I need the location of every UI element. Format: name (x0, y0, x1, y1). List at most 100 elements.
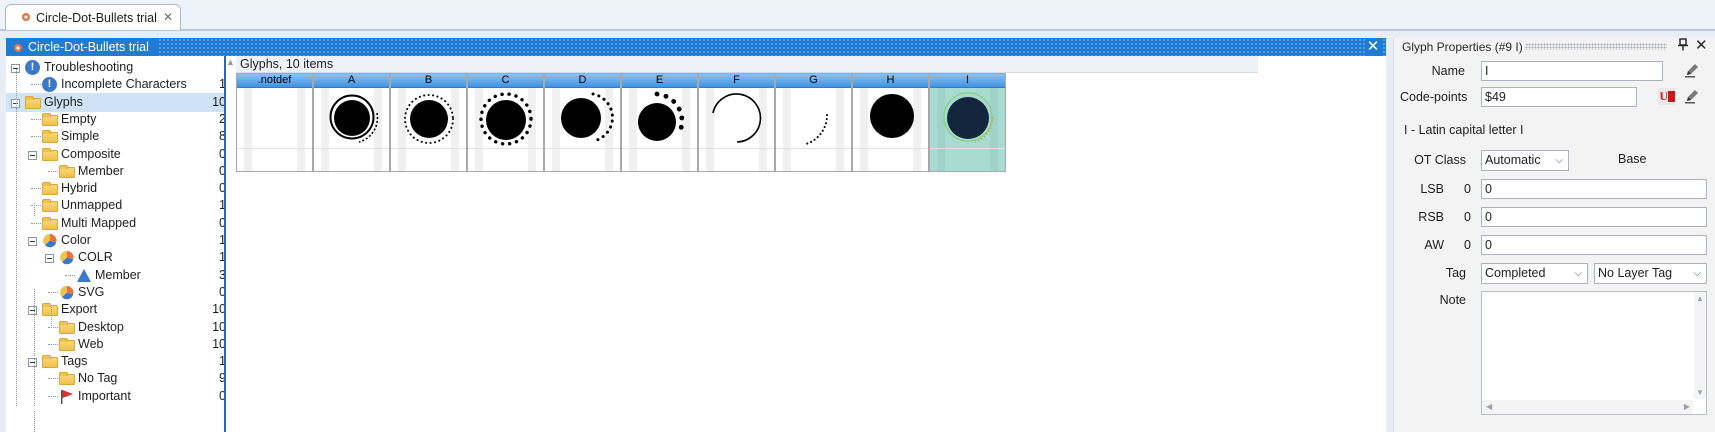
properties-title: Glyph Properties (#9 I) (1402, 40, 1523, 54)
glyph-name-label: F (699, 74, 774, 88)
tree-item-colr[interactable]: COLR 1 (6, 248, 237, 267)
tree-item-glyphs[interactable]: Glyphs 10 (6, 92, 237, 112)
collapse-toggle-icon[interactable] (28, 150, 37, 160)
layer-tag-select[interactable]: No Layer Tag ⌵ (1594, 263, 1707, 284)
otclass-select[interactable]: Automatic ⌵ (1481, 150, 1569, 171)
tree-connector (48, 170, 58, 172)
tree-item-troubleshooting[interactable]: ! Troubleshooting (6, 58, 237, 77)
glyph-preview-disc-with-partial-dots (561, 92, 614, 142)
glyph-preview-dotted-arc (805, 114, 829, 145)
glyph-cell-B[interactable]: B (390, 73, 467, 172)
tree-connector (48, 326, 58, 328)
panel-drag-handle[interactable] (1525, 43, 1667, 50)
flag-icon (59, 389, 75, 404)
properties-titlebar: Glyph Properties (#9 I) ✕ (1394, 37, 1715, 56)
close-document-icon[interactable]: ✕ (1365, 38, 1381, 56)
tree-item-composite[interactable]: Composite 0 (6, 145, 237, 164)
collapse-toggle-icon[interactable] (28, 237, 37, 246)
tree-connector (31, 205, 41, 207)
tree-item-label: Member (95, 267, 141, 282)
folder-icon (59, 164, 75, 178)
tree-item-color[interactable]: Color 1 (6, 231, 237, 250)
collapse-toggle-icon[interactable] (28, 306, 37, 316)
glyph-cell-H[interactable]: H (852, 73, 929, 172)
close-panel-icon[interactable]: ✕ (1695, 37, 1708, 55)
glyph-cell-C[interactable]: C (467, 73, 544, 172)
collapse-toggle-icon[interactable] (45, 254, 54, 264)
tree-item-hybrid[interactable]: Hybrid 0 (6, 179, 237, 198)
folder-icon (42, 303, 58, 317)
tab-strip-baseline (0, 29, 1715, 31)
glyph-cell-F[interactable]: F (698, 73, 775, 172)
tree-item-label: Composite (61, 146, 121, 161)
note-textarea[interactable] (1481, 291, 1707, 415)
tree-item-unmapped[interactable]: Unmapped 1 (6, 196, 237, 215)
edit-name-icon[interactable] (1684, 62, 1700, 78)
glyph-cell-notdef[interactable]: .notdef (236, 73, 313, 172)
tree-connector (34, 359, 35, 406)
glyph-properties-panel: Glyph Properties (#9 I) ✕ Name I Code-po… (1393, 37, 1715, 432)
edit-codepoints-icon[interactable] (1684, 88, 1700, 104)
codepoints-label: Code-points (1400, 90, 1468, 104)
scroll-up-icon[interactable]: ▲ (226, 57, 235, 67)
tree-item-svg[interactable]: SVG 0 (6, 283, 237, 302)
tree-item-label: Important (78, 388, 131, 403)
glyph-cell-I[interactable]: I (929, 73, 1006, 172)
tree-item-simple[interactable]: Simple 8 (6, 127, 237, 146)
tree-item-member[interactable]: Member 0 (6, 162, 237, 181)
unicode-lookup-icon[interactable]: U (1658, 88, 1676, 105)
triangle-icon (76, 268, 92, 283)
glyph-name-label: C (468, 74, 543, 88)
tree-item-label: Desktop (78, 319, 124, 334)
tree-item-tags[interactable]: Tags 1 (6, 352, 237, 371)
name-field[interactable]: I (1481, 61, 1663, 81)
tree-item-web[interactable]: Web 10 (6, 335, 237, 354)
tree-item-label: Color (61, 233, 91, 247)
tree-item-incomplete-characters[interactable]: ! Incomplete Characters 1 (6, 75, 237, 94)
glyph-cell-G[interactable]: G (775, 73, 852, 172)
aw-field[interactable]: 0 (1481, 235, 1707, 255)
tree-connector (34, 411, 35, 432)
tree-item-export[interactable]: Export 10 (6, 300, 237, 319)
tag-label: Tag (1445, 266, 1466, 280)
pin-icon[interactable] (1677, 38, 1689, 56)
glyph-cell-A[interactable]: A (313, 73, 390, 172)
tree-item-label: Multi Mapped (61, 215, 137, 230)
glyph-cell-E[interactable]: E (621, 73, 698, 172)
rsb-label: RSB (1418, 210, 1444, 224)
glyph-name-label: B (391, 74, 466, 88)
document-title-text: Circle-Dot-Bullets trial (28, 40, 149, 54)
tree-item-label: Simple (61, 129, 100, 144)
tree-connector (51, 307, 52, 326)
close-tab-icon[interactable]: ✕ (163, 10, 173, 24)
tree-item-no-tag[interactable]: No Tag 9 (6, 369, 237, 388)
folder-icon (42, 147, 58, 161)
glyph-preview-disc (870, 94, 914, 138)
codepoints-field[interactable]: $49 (1481, 87, 1637, 107)
folder-icon (42, 112, 58, 126)
tree-item-desktop[interactable]: Desktop 10 (6, 318, 237, 337)
lsb-field[interactable]: 0 (1481, 179, 1707, 199)
folder-icon (42, 199, 58, 213)
glyph-preview-disc-with-dot-ring (479, 92, 533, 146)
glyph-grid-area: ▲ Glyphs, 10 items .notdef A B C D E F G H I (226, 56, 1386, 432)
document-tab-strip: Circle-Dot-Bullets trial ✕ (0, 0, 1715, 31)
rsb-field[interactable]: 0 (1481, 207, 1707, 227)
tree-item-important[interactable]: Important 0 (6, 387, 237, 406)
glyph-name-label: I (930, 74, 1005, 88)
tree-item-member[interactable]: Member 3 (6, 266, 237, 285)
aw-label: AW (1424, 238, 1444, 252)
tree-item-empty[interactable]: Empty 2 (6, 110, 237, 129)
tree-item-label: Tags (61, 354, 88, 369)
tree-item-multi-mapped[interactable]: Multi Mapped 0 (6, 214, 237, 233)
base-label: Base (1618, 152, 1647, 166)
glyph-preview-empty (237, 87, 314, 172)
glyph-preview-disc-with-dotted-ring (404, 94, 454, 144)
glyph-cell-D[interactable]: D (544, 73, 621, 172)
tag-select[interactable]: Completed ⌵ (1481, 263, 1588, 284)
document-tab[interactable]: Circle-Dot-Bullets trial ✕ (5, 4, 181, 30)
tree-splitter-bar[interactable] (224, 56, 226, 432)
tree-connector (34, 203, 35, 216)
note-label: Note (1439, 293, 1466, 307)
collapse-toggle-icon[interactable] (28, 358, 37, 368)
